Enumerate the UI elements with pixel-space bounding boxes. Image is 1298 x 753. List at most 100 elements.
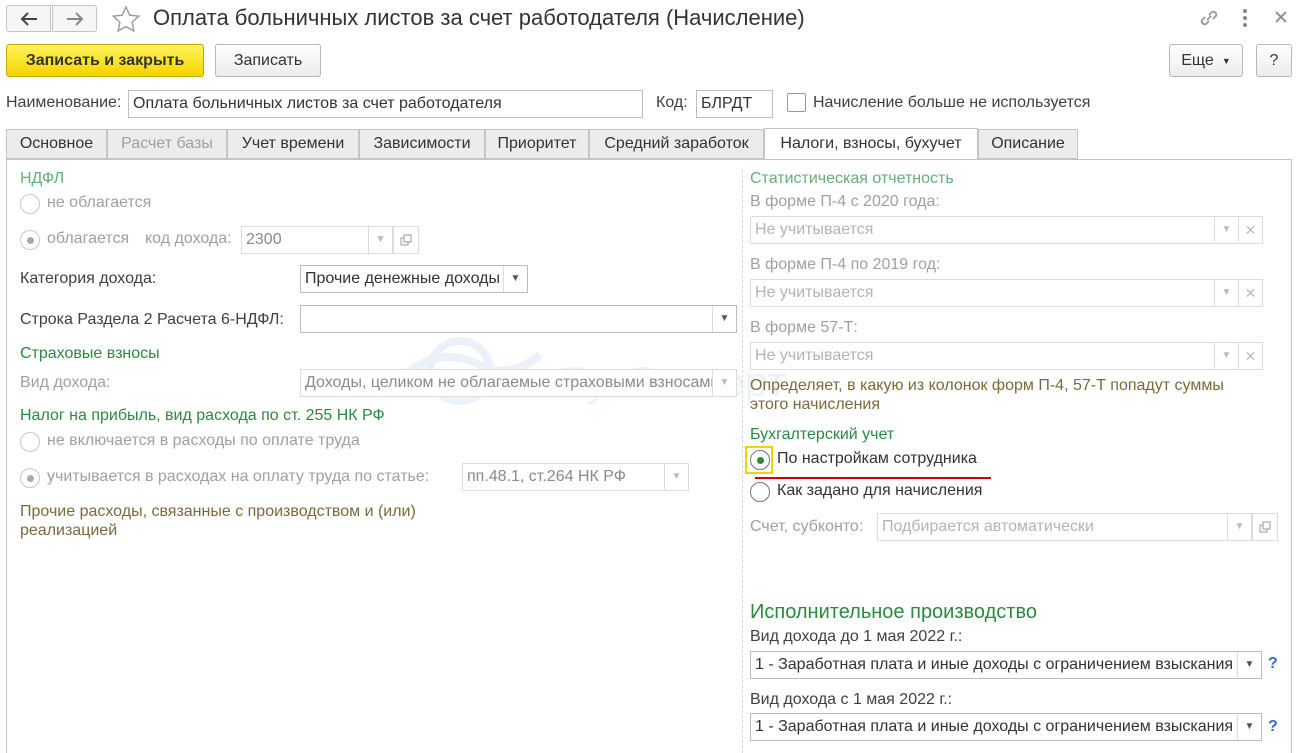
clear-icon[interactable]: ✕ bbox=[1238, 280, 1262, 306]
exec-after-select[interactable]: 1 - Заработная плата и иные доходы с огр… bbox=[750, 713, 1262, 741]
other-expenses-line1: Прочие расходы, связанные с производство… bbox=[20, 503, 416, 520]
tab-base-calculation[interactable]: Расчет базы bbox=[107, 129, 227, 159]
exec-before-label: Вид дохода до 1 мая 2022 г.: bbox=[750, 628, 963, 645]
p4-2019-label: В форме П-4 по 2019 год: bbox=[750, 256, 941, 273]
income-kind-label: Вид дохода: bbox=[20, 374, 111, 391]
chevron-down-icon[interactable]: ▼ bbox=[1237, 652, 1261, 678]
back-button[interactable] bbox=[6, 5, 51, 32]
chevron-down-icon[interactable]: ▼ bbox=[1214, 217, 1238, 243]
account-label: Счет, субконто: bbox=[750, 518, 864, 535]
window-title: Оплата больничных листов за счет работод… bbox=[153, 5, 805, 30]
open-icon[interactable] bbox=[1252, 513, 1278, 541]
name-label: Наименование: bbox=[6, 94, 122, 111]
clear-icon[interactable]: ✕ bbox=[1238, 343, 1262, 369]
acc-by-employee-label: По настройкам сотрудника bbox=[777, 450, 977, 467]
name-input[interactable]: Оплата больничных листов за счет работод… bbox=[128, 90, 643, 118]
more-button[interactable]: Еще ▼ bbox=[1169, 44, 1243, 77]
insurance-title: Страховые взносы bbox=[20, 345, 160, 362]
ndfl-taxed-label: облагается bbox=[47, 230, 130, 247]
profit-tax-title: Налог на прибыль, вид расхода по ст. 255… bbox=[20, 407, 385, 424]
tab-description[interactable]: Описание bbox=[978, 129, 1078, 159]
f57-label: В форме 57-Т: bbox=[750, 319, 858, 336]
save-button[interactable]: Записать bbox=[215, 44, 321, 77]
help-button[interactable]: ? bbox=[1256, 44, 1292, 77]
not-included-radio[interactable] bbox=[20, 432, 40, 452]
tab-main[interactable]: Основное bbox=[6, 129, 107, 159]
chevron-down-icon[interactable]: ▼ bbox=[712, 306, 736, 332]
chevron-down-icon[interactable]: ▼ bbox=[1227, 514, 1251, 540]
acc-as-set-radio[interactable] bbox=[750, 482, 770, 502]
link-icon[interactable] bbox=[1198, 7, 1220, 29]
acc-by-employee-radio[interactable] bbox=[750, 450, 770, 470]
income-category-select[interactable]: Прочие денежные доходы ▼ bbox=[300, 265, 528, 293]
more-button-label: Еще bbox=[1181, 51, 1214, 69]
forward-button[interactable] bbox=[52, 5, 97, 32]
chevron-down-icon[interactable]: ▼ bbox=[712, 370, 736, 396]
f57-value: Не учитывается bbox=[755, 347, 874, 364]
stat-note-line2: этого начисления bbox=[750, 396, 881, 413]
code-input[interactable]: БЛРДТ bbox=[696, 90, 773, 118]
income-code-value: 2300 bbox=[246, 231, 282, 248]
unused-checkbox-label: Начисление больше не используется bbox=[813, 94, 1091, 111]
included-radio[interactable] bbox=[20, 468, 40, 488]
stat-note-line1: Определяет, в какую из колонок форм П-4,… bbox=[750, 377, 1224, 394]
article-value: пп.48.1, ст.264 НК РФ bbox=[467, 468, 626, 485]
ndfl-taxed-radio[interactable] bbox=[20, 230, 40, 250]
p4-2020-label: В форме П-4 с 2020 года: bbox=[750, 193, 940, 210]
arrow-left-icon bbox=[20, 11, 37, 26]
exec-title: Исполнительное производство bbox=[750, 601, 1037, 623]
favorite-star-icon[interactable] bbox=[111, 5, 141, 33]
p4-2020-select[interactable]: Не учитывается ▼ ✕ bbox=[750, 216, 1263, 244]
income-code-field[interactable]: 2300 ▼ bbox=[241, 226, 393, 254]
chevron-down-icon[interactable]: ▼ bbox=[1214, 343, 1238, 369]
tab-average-earnings[interactable]: Средний заработок bbox=[589, 129, 764, 159]
p4-2020-value: Не учитывается bbox=[755, 221, 874, 238]
p4-2019-value: Не учитывается bbox=[755, 284, 874, 301]
account-value: Подбирается автоматически bbox=[882, 518, 1094, 535]
income-category-label: Категория дохода: bbox=[20, 270, 157, 287]
acc-title: Бухгалтерский учет bbox=[750, 426, 895, 443]
tab-taxes[interactable]: Налоги, взносы, бухучет bbox=[764, 128, 978, 160]
arrow-right-icon bbox=[66, 11, 83, 26]
ndfl-not-taxed-radio[interactable] bbox=[20, 194, 40, 214]
ndfl-title: НДФЛ bbox=[20, 170, 65, 187]
clear-icon[interactable]: ✕ bbox=[1238, 217, 1262, 243]
article-select[interactable]: пп.48.1, ст.264 НК РФ ▼ bbox=[462, 463, 689, 491]
exec-before-value: 1 - Заработная плата и иные доходы с огр… bbox=[755, 656, 1234, 673]
column-divider bbox=[742, 170, 743, 753]
tab-time-accounting[interactable]: Учет времени bbox=[227, 129, 359, 159]
income-kind-value: Доходы, целиком не облагаемые страховыми… bbox=[305, 374, 720, 391]
chevron-down-icon[interactable]: ▼ bbox=[1237, 714, 1261, 740]
p4-2019-select[interactable]: Не учитывается ▼ ✕ bbox=[750, 279, 1263, 307]
f57-select[interactable]: Не учитывается ▼ ✕ bbox=[750, 342, 1263, 370]
stat-title: Статистическая отчетность bbox=[750, 170, 954, 187]
chevron-down-icon: ▼ bbox=[1221, 55, 1231, 66]
help-icon[interactable]: ? bbox=[1268, 655, 1278, 673]
acc-as-set-label: Как задано для начисления bbox=[777, 482, 983, 499]
row6-select[interactable]: ▼ bbox=[300, 305, 737, 333]
income-kind-select[interactable]: Доходы, целиком не облагаемые страховыми… bbox=[300, 369, 737, 397]
exec-after-value: 1 - Заработная плата и иные доходы с огр… bbox=[755, 718, 1234, 735]
save-and-close-button[interactable]: Записать и закрыть bbox=[6, 44, 204, 77]
chevron-down-icon[interactable]: ▼ bbox=[664, 464, 688, 490]
row6-label: Строка Раздела 2 Расчета 6-НДФЛ: bbox=[20, 311, 284, 328]
exec-after-label: Вид дохода с 1 мая 2022 г.: bbox=[750, 691, 953, 708]
included-label: учитывается в расходах на оплату труда п… bbox=[47, 468, 430, 485]
tab-dependencies[interactable]: Зависимости bbox=[359, 129, 485, 159]
unused-checkbox[interactable] bbox=[787, 93, 806, 112]
chevron-down-icon[interactable]: ▼ bbox=[1214, 280, 1238, 306]
help-icon[interactable]: ? bbox=[1268, 718, 1278, 736]
tab-priority[interactable]: Приоритет bbox=[485, 129, 589, 159]
not-included-label: не включается в расходы по оплате труда bbox=[47, 432, 360, 449]
ndfl-not-taxed-label: не облагается bbox=[47, 194, 152, 211]
chevron-down-icon[interactable]: ▼ bbox=[368, 227, 392, 253]
menu-dots-icon[interactable] bbox=[1240, 7, 1250, 29]
close-icon[interactable] bbox=[1274, 10, 1288, 24]
income-code-label: код дохода: bbox=[145, 230, 232, 247]
account-select[interactable]: Подбирается автоматически ▼ bbox=[877, 513, 1252, 541]
other-expenses-line2: реализацией bbox=[20, 522, 118, 539]
open-icon[interactable] bbox=[393, 226, 419, 254]
chevron-down-icon[interactable]: ▼ bbox=[503, 266, 527, 292]
exec-before-select[interactable]: 1 - Заработная плата и иные доходы с огр… bbox=[750, 651, 1262, 679]
red-underline bbox=[755, 477, 991, 479]
